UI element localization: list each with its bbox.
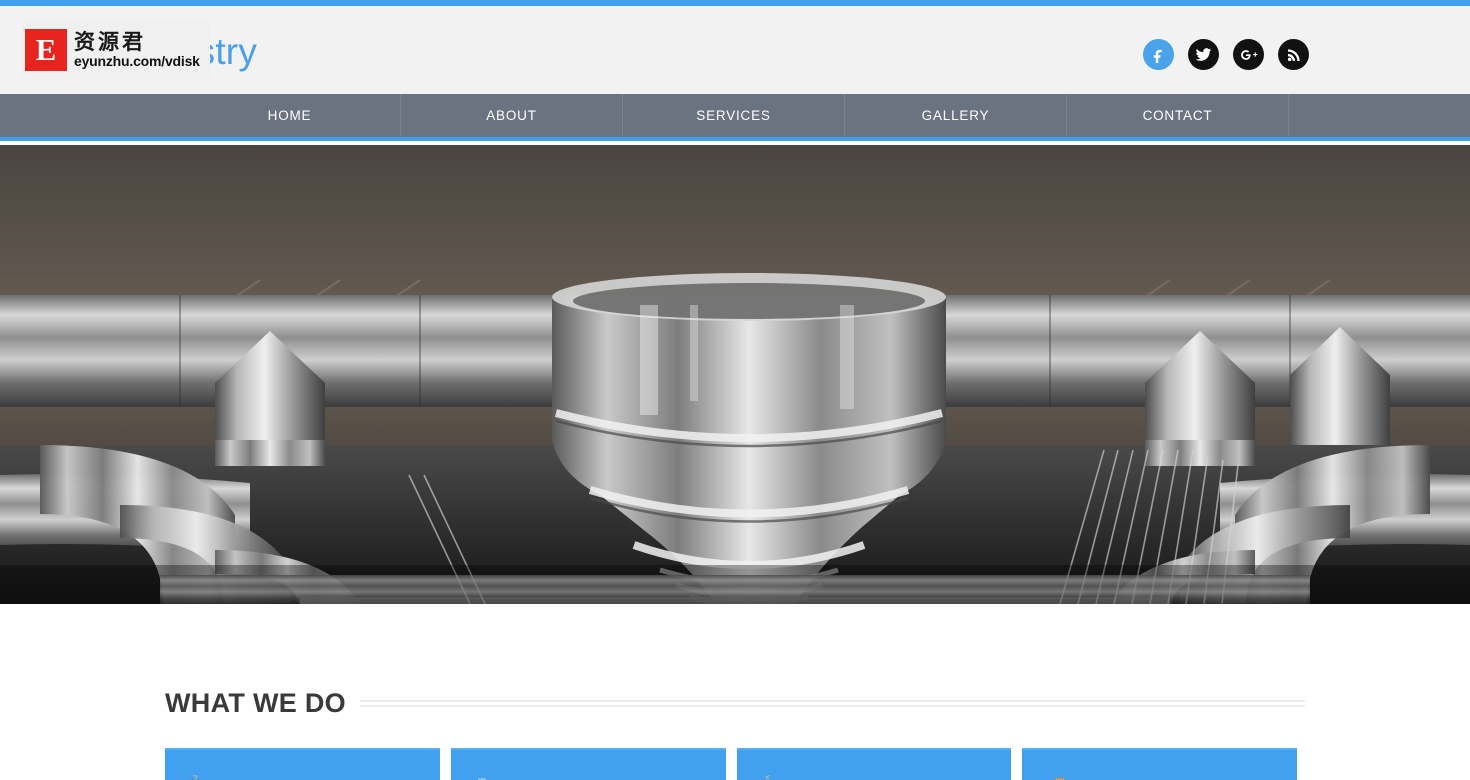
hammer-icon: 🔨 <box>761 774 781 780</box>
site-header: Steel Industry E 资源君 eyunzhu.com/vdisk <box>0 6 1470 94</box>
watermark-logo-icon: E <box>25 29 67 71</box>
section-divider <box>359 699 1305 707</box>
googleplus-icon[interactable] <box>1233 39 1264 70</box>
facebook-icon[interactable] <box>1143 39 1174 70</box>
nav-item-about[interactable]: ABOUT <box>401 94 623 137</box>
main-navigation: HOME ABOUT SERVICES GALLERY CONTACT <box>0 94 1470 141</box>
nav-item-home[interactable]: HOME <box>179 94 401 137</box>
service-cards: 🔧 ⚙ 🔨 🚚 <box>165 748 1297 780</box>
wrench-icon: 🔧 <box>189 774 209 780</box>
main-content: WHAT WE DO 🔧 ⚙ 🔨 🚚 <box>0 604 1470 780</box>
nav-item-services[interactable]: SERVICES <box>623 94 845 137</box>
hero-illustration <box>0 145 1470 604</box>
social-links <box>1143 39 1309 70</box>
twitter-icon[interactable] <box>1188 39 1219 70</box>
watermark-overlay: E 资源君 eyunzhu.com/vdisk <box>22 21 210 79</box>
service-card-2[interactable]: ⚙ <box>450 748 726 780</box>
truck-icon: 🚚 <box>1046 774 1066 780</box>
hero-banner-image <box>0 145 1470 604</box>
service-card-4[interactable]: 🚚 <box>1022 748 1297 780</box>
rss-icon[interactable] <box>1278 39 1309 70</box>
nav-spacer-left <box>0 94 179 137</box>
watermark-chinese-label: 资源君 <box>74 30 146 55</box>
gear-icon: ⚙ <box>475 774 489 780</box>
nav-item-contact[interactable]: CONTACT <box>1067 94 1289 137</box>
nav-spacer-right <box>1289 94 1470 137</box>
service-card-1[interactable]: 🔧 <box>165 748 440 780</box>
section-header: WHAT WE DO <box>165 686 1305 720</box>
section-title: WHAT WE DO <box>165 687 346 718</box>
watermark-url-label: eyunzhu.com/vdisk <box>74 52 200 69</box>
nav-item-gallery[interactable]: GALLERY <box>845 94 1067 137</box>
service-card-3[interactable]: 🔨 <box>736 748 1012 780</box>
page-root: Steel Industry E 资源君 eyunzhu.com/vdisk <box>0 0 1470 780</box>
watermark-text: 资源君 eyunzhu.com/vdisk <box>74 30 200 69</box>
